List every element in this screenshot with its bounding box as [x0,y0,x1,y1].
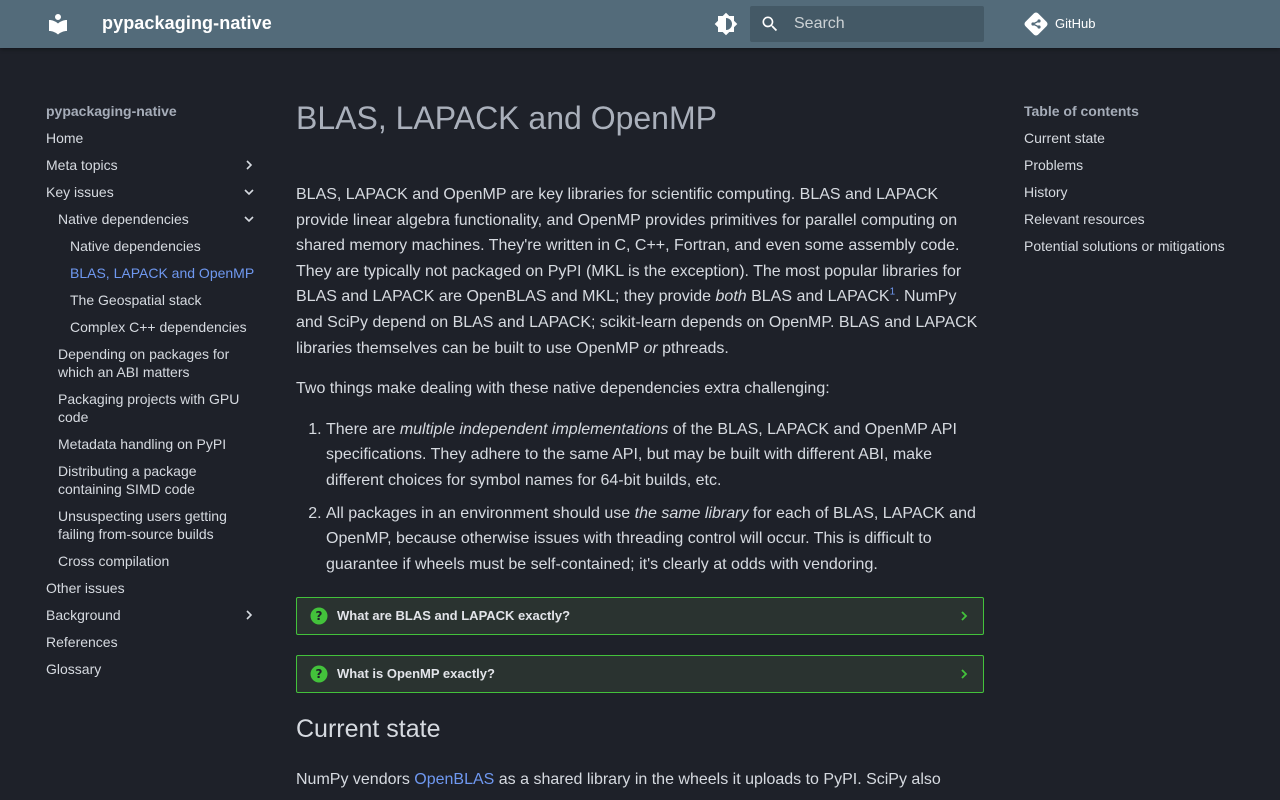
table-of-contents: Table of contents Current state Problems… [1024,102,1254,264]
text-span: BLAS and LAPACK [746,288,890,306]
repo-label: GitHub [1055,16,1096,31]
brightness-icon[interactable] [714,12,738,36]
chevron-right-icon [957,667,971,681]
nav-item-complex-cpp-dependencies[interactable]: Complex C++ dependencies [46,318,258,336]
nav-item-meta-topics[interactable]: Meta topics [46,156,258,174]
question-circle-icon: ? [310,607,328,625]
nav-item-label: BLAS, LAPACK and OpenMP [70,265,255,281]
nav-item-label: Packaging projects with GPU code [58,391,240,425]
admonition-title: What are BLAS and LAPACK exactly? [337,608,571,624]
nav-item-key-issues[interactable]: Key issues [46,183,258,201]
book-logo-icon[interactable] [46,12,70,36]
nav-item-home[interactable]: Home [46,129,258,147]
emphasis: the same library [634,504,749,522]
nav-item-label: Key issues [46,184,114,200]
toc-item-problems[interactable]: Problems [1024,156,1254,174]
collapsible-question-openmp[interactable]: ? What is OpenMP exactly? [296,655,984,694]
openblas-link[interactable]: OpenBLAS [414,771,494,788]
toc-item-potential-solutions[interactable]: Potential solutions or mitigations [1024,237,1254,255]
emphasis: multiple independent implementations [399,420,669,438]
nav-item-label: Metadata handling on PyPI [58,436,227,452]
current-state-paragraph: NumPy vendors OpenBLAS as a shared libra… [296,767,984,793]
chevron-right-icon [242,158,256,172]
main-content: BLAS, LAPACK and OpenMP BLAS, LAPACK and… [296,96,984,800]
nav-item-label: Background [46,607,121,623]
text-span: pthreads. [657,339,729,357]
nav-item-label: Complex C++ dependencies [70,319,247,335]
nav-item-native-dependencies-section[interactable]: Native dependencies [46,210,258,228]
nav-item-label: The Geospatial stack [70,292,202,308]
search-icon [760,14,780,34]
challenges-list: There are multiple independent implement… [326,417,984,578]
nav-item-label: Distributing a package containing SIMD c… [58,463,197,497]
question-circle-icon: ? [310,665,328,683]
search-input[interactable] [794,6,980,42]
list-item: There are multiple independent implement… [326,417,984,494]
nav-item-simd-code[interactable]: Distributing a package containing SIMD c… [46,462,258,498]
nav-item-glossary[interactable]: Glossary [46,660,258,678]
toc-item-relevant-resources[interactable]: Relevant resources [1024,210,1254,228]
nav-item-label: Unsuspecting users getting failing from-… [58,508,227,542]
nav-item-label: Home [46,130,84,146]
list-item: All packages in an environment should us… [326,501,984,578]
text-span: There are [326,420,400,438]
nav-item-label: Native dependencies [58,211,189,227]
nav-item-from-source-builds[interactable]: Unsuspecting users getting failing from-… [46,507,258,543]
nav-item-label: Meta topics [46,157,118,173]
svg-text:?: ? [316,668,323,682]
nav-title: pypackaging-native [46,103,177,119]
intro-paragraph: BLAS, LAPACK and OpenMP are key librarie… [296,182,984,361]
nav-item-blas-lapack-openmp[interactable]: BLAS, LAPACK and OpenMP [46,264,258,282]
git-icon [1024,12,1048,36]
nav-item-native-dependencies[interactable]: Native dependencies [46,237,258,255]
nav-item-label: Depending on packages for which an ABI m… [58,346,230,380]
toc-item-history[interactable]: History [1024,183,1254,201]
chevron-right-icon [242,608,256,622]
toc-title: Table of contents [1024,103,1139,119]
chevron-right-icon [957,609,971,623]
chevron-down-icon [242,185,256,199]
nav-item-cross-compilation[interactable]: Cross compilation [46,552,258,570]
nav-item-label: Cross compilation [58,553,170,569]
chevron-down-icon [242,212,256,226]
admonition-title: What is OpenMP exactly? [337,666,495,682]
nav-item-abi-packages[interactable]: Depending on packages for which an ABI m… [46,345,258,381]
collapsible-question-blas-lapack[interactable]: ? What are BLAS and LAPACK exactly? [296,597,984,636]
section-heading-current-state: Current state [296,715,441,744]
text-span: NumPy vendors [296,771,415,789]
nav-item-other-issues[interactable]: Other issues [46,579,258,597]
nav-item-label: Glossary [46,661,102,677]
challenges-paragraph: Two things make dealing with these nativ… [296,380,830,398]
site-title[interactable]: pypackaging-native [102,13,272,34]
nav-item-references[interactable]: References [46,633,258,651]
text-span: All packages in an environment should us… [326,504,635,522]
nav-item-label: References [46,634,118,650]
nav-item-gpu-code[interactable]: Packaging projects with GPU code [46,390,258,426]
emphasis: or [643,339,658,357]
nav-item-geospatial-stack[interactable]: The Geospatial stack [46,291,258,309]
page-title: BLAS, LAPACK and OpenMP [296,100,717,136]
primary-navigation: pypackaging-native Home Meta topics Key … [46,102,258,687]
top-header: pypackaging-native GitHub [0,0,1280,48]
nav-item-metadata-pypi[interactable]: Metadata handling on PyPI [46,435,258,453]
svg-text:?: ? [316,610,323,624]
emphasis: both [715,288,747,306]
nav-item-label: Other issues [46,580,125,596]
text-span: as a shared library in the wheels it upl… [494,771,941,789]
search-box[interactable] [750,6,984,42]
nav-item-label: Native dependencies [70,238,201,254]
toc-item-current-state[interactable]: Current state [1024,129,1254,147]
nav-item-background[interactable]: Background [46,606,258,624]
